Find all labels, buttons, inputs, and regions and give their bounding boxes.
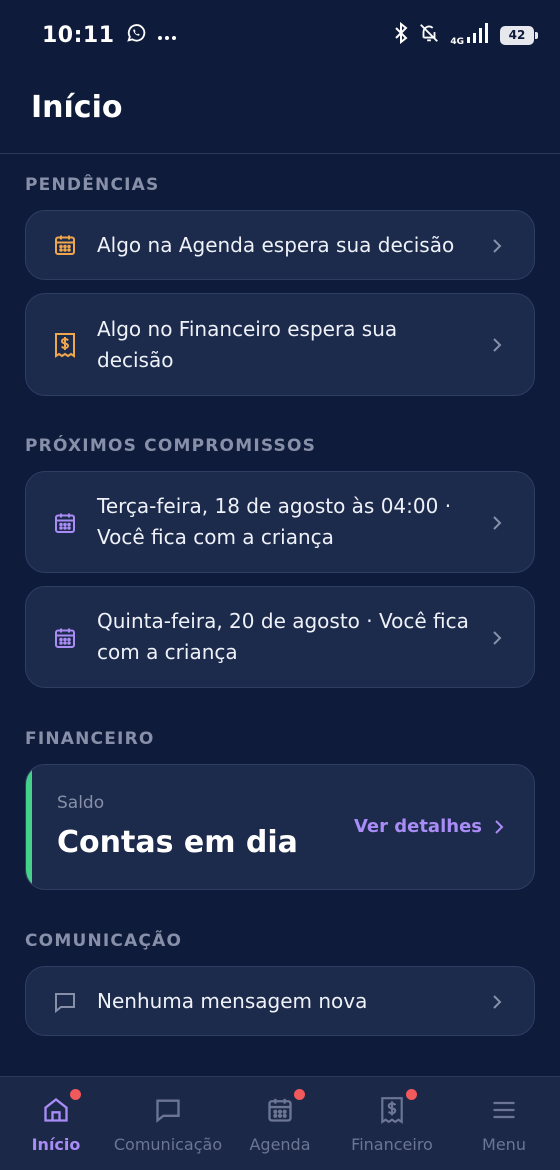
balance-status: Contas em dia [57, 825, 298, 860]
nav-label: Início [31, 1135, 81, 1154]
calendar-icon [265, 1089, 305, 1125]
network-label: 4G [450, 37, 464, 47]
financial-balance-card[interactable]: Saldo Contas em dia Ver detalhes [25, 764, 535, 890]
pending-agenda-text: Algo na Agenda espera sua decisão [97, 233, 455, 257]
appointment-card[interactable]: Quinta-feira, 20 de agosto · Você fica c… [25, 586, 535, 688]
chevron-right-icon [490, 239, 504, 253]
receipt-dollar-icon [52, 332, 78, 358]
section-label-pendencias: PENDÊNCIAS [25, 175, 160, 195]
battery-icon: 42 [500, 25, 538, 45]
nav-item-menu[interactable]: Menu [448, 1077, 560, 1170]
home-icon [41, 1089, 81, 1125]
more-icon [157, 26, 177, 45]
nav-label: Financeiro [351, 1135, 433, 1154]
calendar-icon [52, 625, 78, 651]
balance-label: Saldo [57, 793, 105, 813]
calendar-icon [52, 232, 78, 258]
messages-card[interactable]: Nenhuma mensagem nova [25, 966, 535, 1036]
page-title: Início [31, 90, 123, 125]
chevron-right-icon [490, 631, 504, 645]
messages-text: Nenhuma mensagem nova [97, 989, 368, 1013]
chevron-right-icon [490, 338, 504, 352]
nav-item-financeiro[interactable]: Financeiro [336, 1077, 448, 1170]
message-icon [153, 1095, 183, 1125]
pending-financeiro-text: Algo no Financeiro espera sua decisão [97, 317, 398, 372]
nav-item-agenda[interactable]: Agenda [224, 1077, 336, 1170]
section-label-comunicacao: COMUNICAÇÃO [25, 931, 183, 951]
notification-badge [70, 1089, 81, 1100]
pending-agenda-card[interactable]: Algo na Agenda espera sua decisão [25, 210, 535, 280]
battery-level: 42 [508, 28, 526, 42]
view-details-link[interactable]: Ver detalhes [354, 816, 504, 837]
pending-financeiro-card[interactable]: Algo no Financeiro espera sua decisão [25, 293, 535, 396]
nav-label: Agenda [249, 1135, 311, 1154]
section-label-financeiro: FINANCEIRO [25, 729, 155, 749]
chevron-right-icon [490, 516, 504, 530]
page-header: Início [0, 70, 560, 154]
appointment-text: Quinta-feira, 20 de agosto · Você fica c… [97, 609, 469, 664]
chevron-right-icon [490, 995, 504, 1009]
bottom-nav: Início Comunicação Agenda Financeiro Men… [0, 1076, 560, 1170]
notification-badge [294, 1089, 305, 1100]
nav-label: Menu [482, 1135, 526, 1154]
clock: 10:11 [42, 22, 115, 48]
chevron-right-icon [495, 819, 504, 834]
signal-icon [466, 23, 490, 47]
status-bar: 10:11 4G 42 [0, 0, 560, 70]
status-accent-bar [26, 765, 32, 889]
whatsapp-icon [125, 22, 147, 48]
bell-off-icon [418, 22, 440, 48]
nav-item-comunicacao[interactable]: Comunicação [112, 1077, 224, 1170]
receipt-dollar-icon [377, 1089, 417, 1125]
nav-label: Comunicação [113, 1135, 223, 1154]
message-icon [52, 989, 78, 1015]
nav-item-inicio[interactable]: Início [0, 1077, 112, 1170]
appointment-card[interactable]: Terça-feira, 18 de agosto às 04:00 · Voc… [25, 471, 535, 573]
bluetooth-icon [394, 21, 408, 48]
view-details-label: Ver detalhes [353, 816, 482, 837]
section-label-compromissos: PRÓXIMOS COMPROMISSOS [25, 436, 317, 456]
calendar-icon [52, 510, 78, 536]
notification-badge [406, 1089, 417, 1100]
appointment-text: Terça-feira, 18 de agosto às 04:00 · Voc… [97, 494, 452, 549]
menu-icon [489, 1095, 519, 1125]
